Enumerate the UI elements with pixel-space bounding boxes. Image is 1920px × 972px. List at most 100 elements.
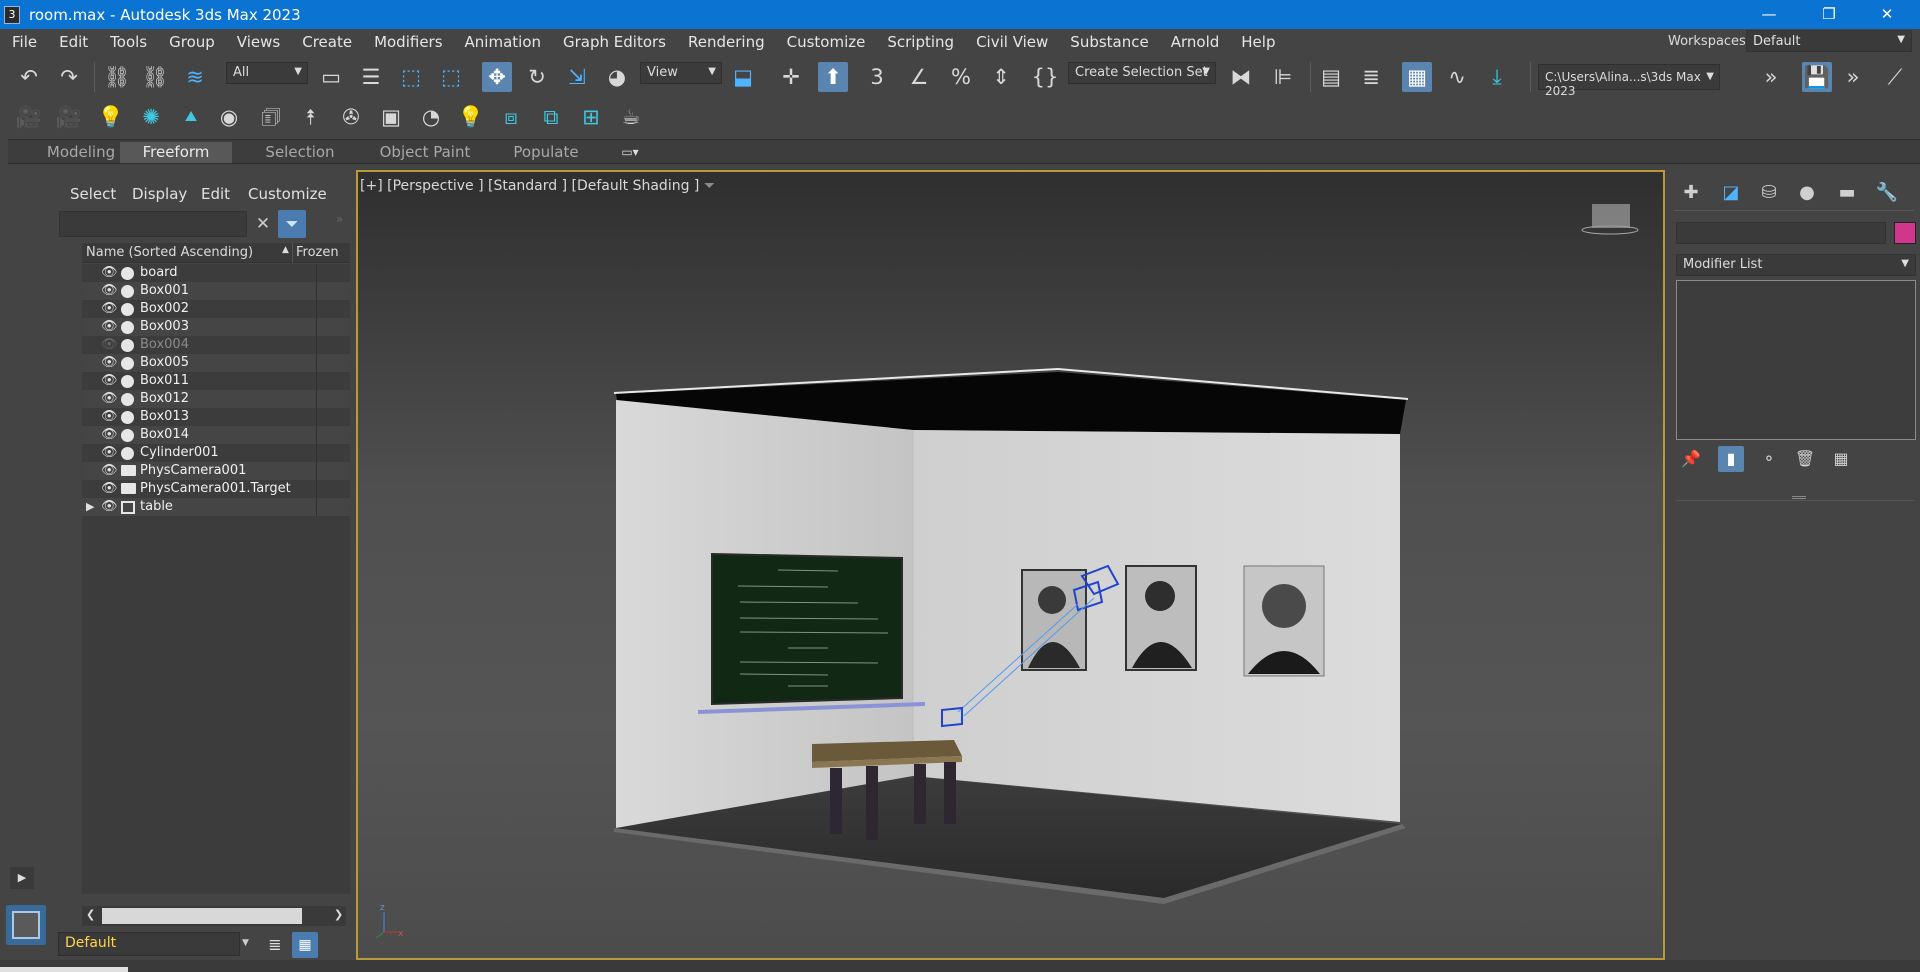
explorer-row-box012[interactable]: 👁 Box012 xyxy=(82,390,350,408)
frozen-cell[interactable] xyxy=(316,264,350,282)
create-tab-icon[interactable]: ✚ xyxy=(1676,180,1706,206)
motion-tab-icon[interactable]: ● xyxy=(1792,180,1822,206)
create-selection-set-dropdown[interactable]: Create Selection Set ▼ xyxy=(1068,62,1216,84)
explorer-row-box003[interactable]: 👁 Box003 xyxy=(82,318,350,336)
select-and-rotate-icon[interactable]: ↻ xyxy=(522,62,552,92)
align-icon[interactable]: ⊫ xyxy=(1268,62,1298,92)
toggle-ribbon-icon[interactable]: ▦ xyxy=(1402,62,1432,92)
menu-create[interactable]: Create xyxy=(291,33,363,51)
frozen-cell[interactable] xyxy=(316,282,350,300)
visibility-eye-icon[interactable]: 👁 xyxy=(101,500,118,514)
display-tab-icon[interactable]: ▬ xyxy=(1832,180,1862,206)
frozen-cell[interactable] xyxy=(316,444,350,462)
toolbar-handle-icon[interactable]: ⟋ xyxy=(1880,62,1910,92)
layer-dropdown-icon[interactable]: ▼ xyxy=(242,938,249,948)
menu-arnold[interactable]: Arnold xyxy=(1160,33,1231,51)
scroll-right-icon[interactable]: ❯ xyxy=(334,908,343,921)
toggle-layer-explorer-icon[interactable]: ≣ xyxy=(1356,62,1386,92)
clear-search-icon[interactable]: ✕ xyxy=(250,212,276,236)
visibility-eye-icon[interactable]: 👁 xyxy=(101,356,118,370)
time-slider-thumb[interactable] xyxy=(0,967,128,972)
explorer-row-table[interactable]: ▶ 👁 table xyxy=(82,498,350,516)
menu-edit[interactable]: Edit xyxy=(48,33,99,51)
select-and-place-icon[interactable]: ◕ xyxy=(602,62,632,92)
bind-space-warp-icon[interactable]: ≋ xyxy=(180,62,210,92)
explorer-row-board[interactable]: 👁 board xyxy=(82,264,350,282)
angle-snap-icon[interactable]: ∠ xyxy=(904,62,934,92)
text-icon[interactable]: 🗊 xyxy=(256,102,286,132)
safe-frame-icon[interactable]: ⧉ xyxy=(536,102,566,132)
gear-icon[interactable]: ✇ xyxy=(336,102,366,132)
frozen-cell[interactable] xyxy=(316,372,350,390)
scrollbar-thumb[interactable] xyxy=(102,908,302,924)
manipulate-icon[interactable]: ✛ xyxy=(776,62,806,92)
minimize-button[interactable]: — xyxy=(1740,0,1798,29)
menu-civil-view[interactable]: Civil View xyxy=(965,33,1059,51)
explorer-row-box005[interactable]: 👁 Box005 xyxy=(82,354,350,372)
filter-icon[interactable]: ⏷ xyxy=(278,210,306,238)
foliage-icon[interactable]: ⯅ xyxy=(176,102,206,132)
make-unique-icon[interactable]: ⚬ xyxy=(1756,446,1782,472)
explorer-menu-select[interactable]: Select xyxy=(70,185,116,203)
grid-icon[interactable]: ⊞ xyxy=(576,102,606,132)
close-button[interactable]: ✕ xyxy=(1858,0,1916,29)
visibility-eye-icon[interactable]: 👁 xyxy=(101,284,118,298)
palette-icon[interactable]: ◔ xyxy=(416,102,446,132)
menu-scripting[interactable]: Scripting xyxy=(876,33,965,51)
workspaces-dropdown[interactable]: Default ▼ xyxy=(1746,30,1912,52)
select-and-move-icon[interactable]: ✥ xyxy=(482,62,512,92)
menu-rendering[interactable]: Rendering xyxy=(677,33,776,51)
explorer-row-box014[interactable]: 👁 Box014 xyxy=(82,426,350,444)
explorer-row-box001[interactable]: 👁 Box001 xyxy=(82,282,350,300)
curve-editor-icon[interactable]: ∿ xyxy=(1442,62,1472,92)
frozen-cell[interactable] xyxy=(316,426,350,444)
ribbon-options-icon[interactable]: ▭▾ xyxy=(612,142,648,163)
frozen-cell[interactable] xyxy=(316,318,350,336)
explorer-row-physcamera001-target[interactable]: 👁 PhysCamera001.Target xyxy=(82,480,350,498)
show-end-result-icon[interactable]: ▮ xyxy=(1718,446,1744,472)
explorer-row-physcamera001[interactable]: 👁 PhysCamera001 xyxy=(82,462,350,480)
window-crossing-icon[interactable]: ⬚ xyxy=(436,62,466,92)
more-tools-icon[interactable]: » xyxy=(1756,62,1786,92)
tab-populate[interactable]: Populate xyxy=(494,142,598,163)
sort-by-hierarchy-icon[interactable]: ▦ xyxy=(292,932,318,958)
material-icon[interactable]: ▣ xyxy=(376,102,406,132)
render-setup-icon[interactable]: 🎥 xyxy=(14,102,44,132)
name-column-header[interactable]: Name (Sorted Ascending) xyxy=(86,245,253,260)
visibility-eye-icon[interactable]: 👁 xyxy=(101,338,118,352)
utilities-tab-icon[interactable]: 🔧 xyxy=(1872,180,1902,206)
menu-group[interactable]: Group xyxy=(158,33,226,51)
bulb-icon[interactable]: 💡 xyxy=(456,102,486,132)
modify-tab-icon[interactable]: ◪ xyxy=(1716,180,1746,206)
explorer-row-box013[interactable]: 👁 Box013 xyxy=(82,408,350,426)
tree-icon[interactable]: ⯭ xyxy=(296,102,326,132)
viewport-layout-icon[interactable] xyxy=(6,905,46,945)
visibility-eye-icon[interactable]: 👁 xyxy=(101,302,118,316)
visibility-eye-icon[interactable]: 👁 xyxy=(101,446,118,460)
expand-icon[interactable]: ▶ xyxy=(10,867,34,889)
viewport-filter-icon[interactable]: ⏷ xyxy=(704,178,715,194)
select-object-icon[interactable]: ▭ xyxy=(316,62,346,92)
modifier-list-dropdown[interactable]: Modifier List ▼ xyxy=(1676,254,1916,276)
pin-stack-icon[interactable]: 📌 xyxy=(1678,446,1704,472)
overflow-icon[interactable]: » xyxy=(1838,62,1868,92)
menu-help[interactable]: Help xyxy=(1230,33,1286,51)
menu-modifiers[interactable]: Modifiers xyxy=(363,33,453,51)
frozen-cell[interactable] xyxy=(316,498,350,516)
menu-graph-editors[interactable]: Graph Editors xyxy=(552,33,677,51)
rectangular-selection-icon[interactable]: ⬚ xyxy=(396,62,426,92)
menu-tools[interactable]: Tools xyxy=(99,33,158,51)
frozen-cell[interactable] xyxy=(316,300,350,318)
frozen-cell[interactable] xyxy=(316,336,350,354)
layer-explorer-icon[interactable]: ≣ xyxy=(262,932,288,958)
teapot-icon[interactable]: ☕ xyxy=(616,102,646,132)
snaps-toggle-icon[interactable]: 3 xyxy=(862,62,892,92)
project-folder-dropdown[interactable]: C:\Users\Alina...s\3ds Max 2023 ▼ xyxy=(1538,64,1720,98)
explorer-menu-customize[interactable]: Customize xyxy=(248,185,327,203)
scroll-left-icon[interactable]: ❮ xyxy=(86,908,95,921)
explorer-menu-edit[interactable]: Edit xyxy=(201,185,230,203)
render-icon[interactable]: ◉ xyxy=(214,102,244,132)
visibility-eye-icon[interactable]: 👁 xyxy=(101,392,118,406)
frozen-cell[interactable] xyxy=(316,480,350,498)
visibility-eye-icon[interactable]: 👁 xyxy=(101,410,118,424)
